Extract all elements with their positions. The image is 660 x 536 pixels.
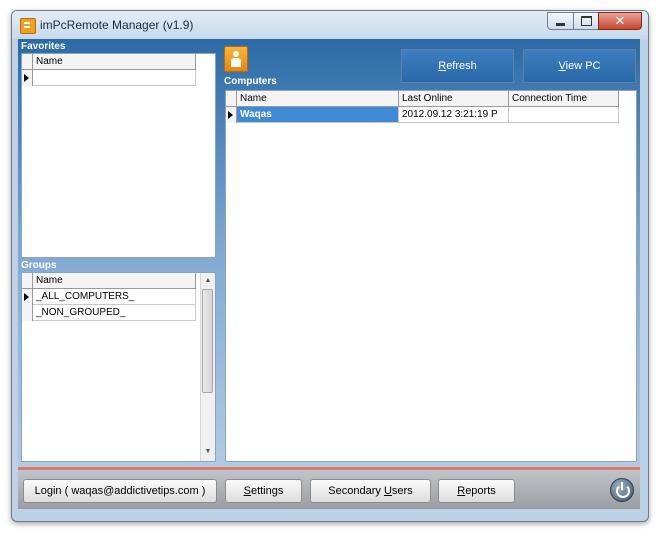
groups-grid[interactable]: Name _ALL_COMPUTERS_ _NON_GROUPED_ ▲ ▼ [21,272,216,462]
favorites-col-name[interactable]: Name [33,54,196,69]
computer-last-online-cell[interactable]: 2012.09.12 3:21:19 P [399,107,509,123]
secondary-users-button[interactable]: Secondary Users [310,479,431,503]
app-window: imPcRemote Manager (v1.9) ✕ Favorites Na… [11,10,649,522]
view-pc-button[interactable]: View PC [523,49,636,83]
window-title: imPcRemote Manager (v1.9) [40,18,194,32]
computer-name-cell[interactable]: Waqas [237,107,399,123]
secondary-users-label-pre: Secondary [328,485,384,497]
groups-corner [22,273,33,288]
refresh-button[interactable]: Refresh [401,49,514,83]
close-icon: ✕ [614,13,626,29]
computers-header: Name Last Online Connection Time [226,91,619,107]
secondary-users-label: sers [391,485,413,497]
groups-label: Groups [21,260,57,271]
close-button[interactable]: ✕ [598,12,642,30]
settings-accel: S [243,485,251,497]
row-pointer-icon [24,74,29,82]
view-pc-accel: V [558,60,566,72]
login-button[interactable]: Login ( waqas@addictivetips.com ) [23,479,217,503]
favorites-grid[interactable]: Name [21,53,216,258]
row-pointer-icon [24,293,29,301]
computers-label: Computers [224,76,277,87]
groups-scrollbar[interactable]: ▲ ▼ [200,273,215,461]
groups-row-header[interactable] [22,305,33,321]
computers-col-last-online[interactable]: Last Online [399,91,509,106]
scroll-down-icon[interactable]: ▼ [201,445,215,459]
favorites-label: Favorites [21,41,66,52]
settings-button[interactable]: Settings [225,479,302,503]
reports-accel: R [457,485,466,497]
groups-col-name[interactable]: Name [33,273,196,288]
groups-header: Name [22,273,196,289]
table-row[interactable]: _NON_GROUPED_ [33,305,196,321]
view-pc-label: iew PC [565,60,601,72]
computers-corner [226,91,237,106]
refresh-accel: R [438,60,447,72]
secondary-users-accel: U [383,485,392,497]
reports-button[interactable]: Reports [438,479,515,503]
maximize-button[interactable] [573,12,599,30]
scroll-up-icon[interactable]: ▲ [201,274,215,288]
refresh-label: efresh [446,60,477,72]
title-bar[interactable]: imPcRemote Manager (v1.9) ✕ [12,11,648,39]
bottom-bar: Login ( waqas@addictivetips.com ) Settin… [18,467,640,509]
reports-label: eports [465,485,496,497]
app-icon [20,18,36,34]
computers-grid[interactable]: Name Last Online Connection Time Waqas 2… [225,90,637,462]
computers-col-name[interactable]: Name [237,91,399,106]
maximize-icon [580,16,592,26]
favorites-row-header[interactable] [22,70,33,86]
minimize-button[interactable] [547,12,574,30]
scroll-thumb[interactable] [202,289,213,393]
computers-col-connection-time[interactable]: Connection Time [509,91,619,106]
client-area: Favorites Name Groups Name _ALL_COMPUTER… [18,39,640,509]
favorites-corner [22,54,33,69]
minimize-icon [556,22,565,26]
settings-label: ettings [250,485,284,497]
power-icon[interactable] [610,478,634,502]
table-row[interactable] [33,70,196,86]
favorites-header: Name [22,54,196,70]
table-row[interactable]: _ALL_COMPUTERS_ [33,289,196,305]
groups-row-header[interactable] [22,289,33,305]
computers-icon [224,46,248,72]
computer-connection-time-cell[interactable] [509,107,619,123]
row-pointer-icon [228,111,233,119]
computers-row-header[interactable] [226,107,237,123]
